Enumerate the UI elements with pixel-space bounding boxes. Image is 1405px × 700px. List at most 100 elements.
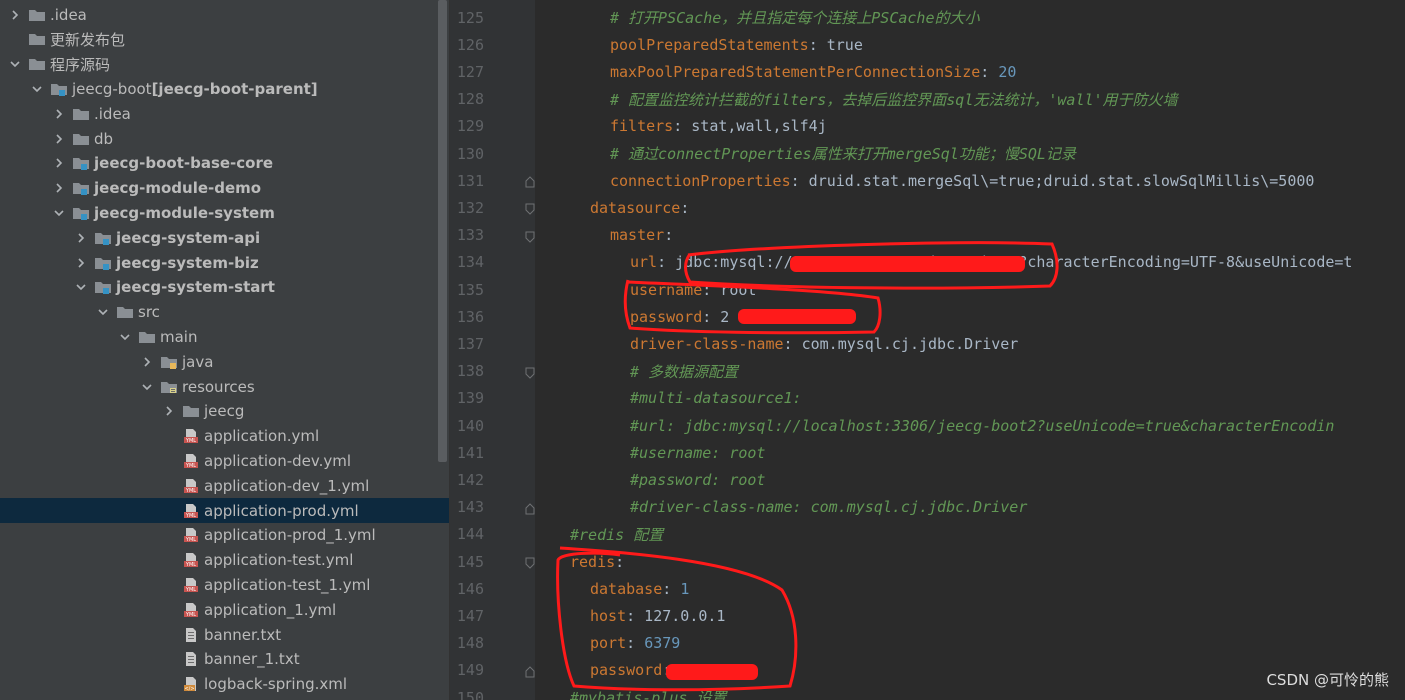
code-line[interactable]: 149 password: [450,657,1405,684]
tree-item[interactable]: YML application.yml [0,424,449,449]
code-line[interactable]: 140 #url: jdbc:mysql://localhost:3306/jee… [450,412,1405,439]
tree-item[interactable]: jeecg-boot [jeecg-boot-parent] [0,76,449,101]
tree-item[interactable]: jeecg-module-demo [0,176,449,201]
code-line[interactable]: 127 maxPoolPreparedStatementPerConnection… [450,58,1405,85]
chevron-down-icon[interactable] [140,380,154,394]
chevron-right-icon[interactable] [140,355,154,369]
code-line[interactable]: 147 host: 127.0.0.1 [450,602,1405,629]
code-line[interactable]: 128 # 配置监控统计拦截的filters，去掉后监控界面sql无法统计，'wa… [450,86,1405,113]
chevron-right-icon[interactable] [52,181,66,195]
code-line[interactable]: 144 #redis 配置 [450,521,1405,548]
code-line[interactable]: 138 # 多数据源配置 [450,358,1405,385]
code-line[interactable]: 136 password: 2 [450,303,1405,330]
code-line[interactable]: 134 url: jdbc:mysql://127.0.0.1:3306/jeec… [450,249,1405,276]
code-line[interactable]: 125 # 打开PSCache，并且指定每个连接上PSCache的大小 [450,4,1405,31]
tree-item[interactable]: banner.txt [0,622,449,647]
fold-start-icon[interactable] [525,201,535,216]
code-line[interactable]: 129 filters: stat,wall,slf4j [450,113,1405,140]
tree-item-label: banner_1.txt [204,650,300,669]
chevron-right-icon[interactable] [74,231,88,245]
tree-item[interactable]: 程序源码 [0,52,449,77]
tree-item[interactable]: jeecg-boot-base-core [0,151,449,176]
tree-item-label: .idea [94,104,131,123]
chevron-right-icon[interactable] [74,256,88,270]
tree-item[interactable]: 更新发布包 [0,27,449,52]
tree-item[interactable]: YML application_1.yml [0,597,449,622]
code-line[interactable]: 132 datasource: [450,194,1405,221]
value-token: : [980,62,999,81]
svg-text:YML: YML [185,612,196,618]
folder-icon [182,403,200,419]
fold-end-icon[interactable] [525,174,535,188]
code-line[interactable]: 137 driver-class-name: com.mysql.cj.jdbc.… [450,330,1405,357]
tree-item[interactable]: .idea [0,101,449,126]
tree-item[interactable]: jeecg [0,399,449,424]
svg-text:YML: YML [185,438,196,444]
tree-item[interactable]: YML application-test_1.yml [0,572,449,597]
fold-start-icon[interactable] [525,555,535,569]
code-line[interactable]: 126 poolPreparedStatements: true [450,31,1405,58]
tree-item[interactable]: YML application-prod.yml [0,498,449,523]
line-number: 138 [456,362,484,381]
chevron-right-icon[interactable] [8,8,22,22]
value-token: : stat,wall,slf4j [673,117,827,136]
tree-item[interactable]: jeecg-system-start [0,275,449,300]
yml-file-icon: YML [182,503,200,519]
code-line[interactable]: 142 #password: root [450,466,1405,493]
chevron-right-icon[interactable] [52,107,66,121]
fold-start-icon[interactable] [525,365,535,379]
code-line[interactable]: 141 #username: root [450,439,1405,466]
code-line[interactable]: 130 # 通过connectProperties属性来打开mergeSql功能；… [450,140,1405,167]
fold-end-icon[interactable] [525,501,535,515]
code-line[interactable]: 131 connectionProperties: druid.stat.merg… [450,167,1405,194]
fold-end-icon[interactable] [525,664,535,678]
tree-item[interactable]: resources [0,374,449,399]
code-line[interactable]: 150 #mybatis-plus 设置 [450,684,1405,700]
value-token: : true [808,35,863,54]
code-line[interactable]: 135 username: root [450,276,1405,303]
tree-item[interactable]: YML application-dev.yml [0,448,449,473]
tree-item[interactable]: jeecg-system-biz [0,250,449,275]
tree-item[interactable]: jeecg-module-system [0,200,449,225]
chevron-down-icon[interactable] [96,305,110,319]
tree-item[interactable]: YML application-dev_1.yml [0,473,449,498]
line-number: 137 [456,334,484,353]
value-token: : [664,226,674,245]
key-token: redis [570,552,616,571]
tree-item[interactable]: java [0,349,449,374]
tree-item[interactable]: YML application-test.yml [0,548,449,573]
tree-item[interactable]: YML application-prod_1.yml [0,523,449,548]
code-line[interactable]: 148 port: 6379 [450,630,1405,657]
code-line[interactable]: 145 redis: [450,548,1405,575]
code-line[interactable]: 143 #driver-class-name: com.mysql.cj.jdbc… [450,494,1405,521]
chevron-down-icon[interactable] [30,82,44,96]
chevron-right-icon[interactable] [52,132,66,146]
tree-item[interactable]: src [0,300,449,325]
chevron-down-icon[interactable] [118,330,132,344]
tree-item[interactable]: db [0,126,449,151]
code-line[interactable]: 133 master: [450,222,1405,249]
tree-item[interactable]: </> logback-spring.xml [0,672,449,697]
code-editor[interactable]: 125 # 打开PSCache，并且指定每个连接上PSCache的大小 126 poo… [450,0,1405,700]
comment-token: # 多数据源配置 [630,362,739,381]
folder-icon [116,304,134,320]
chevron-down-icon[interactable] [8,57,22,71]
code-line[interactable]: 146 database: 1 [450,575,1405,602]
tree-item-label: application-prod.yml [204,501,359,520]
code-line[interactable]: 139 #multi-datasource1: [450,385,1405,412]
line-number: 148 [456,634,484,653]
chevron-right-icon[interactable] [162,404,176,418]
svg-text:YML: YML [185,587,196,593]
svg-text:YML: YML [185,488,196,494]
tree-item[interactable]: jeecg-system-api [0,225,449,250]
chevron-down-icon[interactable] [74,280,88,294]
chevron-right-icon[interactable] [52,156,66,170]
project-tree[interactable]: .idea 更新发布包 程序源码 jeecg-boot [jeecg-boot-par… [0,0,449,700]
tree-item[interactable]: .idea [0,2,449,27]
tree-item[interactable]: main [0,324,449,349]
line-number: 149 [456,661,484,680]
chevron-down-icon[interactable] [52,206,66,220]
fold-start-icon[interactable] [525,229,535,243]
tree-scrollbar[interactable] [438,0,447,462]
tree-item[interactable]: banner_1.txt [0,647,449,672]
